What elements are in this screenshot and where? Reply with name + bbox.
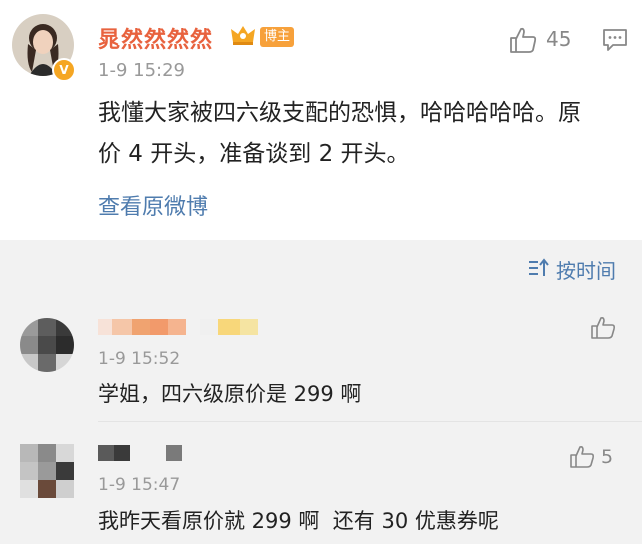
comment-like-icon[interactable] <box>590 316 616 340</box>
thumbs-up-icon[interactable] <box>508 26 538 54</box>
sort-icon[interactable] <box>528 258 550 278</box>
crown-icon <box>231 26 255 45</box>
post-body: 我懂大家被四六级支配的恐惧，哈哈哈哈哈。原价 4 开头，准备谈到 2 开头。 <box>98 100 581 167</box>
host-badge: 博主 <box>260 27 295 47</box>
comment-text: 我昨天看原价就 299 啊 还有 30 优惠券呢 <box>98 509 499 533</box>
comment-timestamp: 1-9 15:52 <box>98 349 181 369</box>
comment-text: 学姐，四六级原价是 299 啊 <box>98 382 362 406</box>
comment-like-icon[interactable] <box>569 445 595 469</box>
commenter-avatar[interactable] <box>20 444 74 498</box>
comment-like-count: 5 <box>601 446 614 468</box>
view-original-link[interactable]: 查看原微博 <box>98 189 208 221</box>
author-name[interactable]: 晁然然然然 <box>98 22 213 54</box>
comment-timestamp: 1-9 15:47 <box>98 475 181 495</box>
commenter-avatar[interactable] <box>20 318 74 372</box>
post-like-count: 45 <box>546 27 572 51</box>
sort-by-time-button[interactable]: 按时间 <box>556 255 616 284</box>
post-timestamp: 1-9 15:29 <box>98 60 185 81</box>
original-post: V 晁然然然然 博主 1-9 15:29 45 我懂大家被四六级支配的恐惧，哈哈… <box>0 0 642 240</box>
comment-icon[interactable] <box>602 28 628 52</box>
verified-badge-icon: V <box>52 58 76 82</box>
